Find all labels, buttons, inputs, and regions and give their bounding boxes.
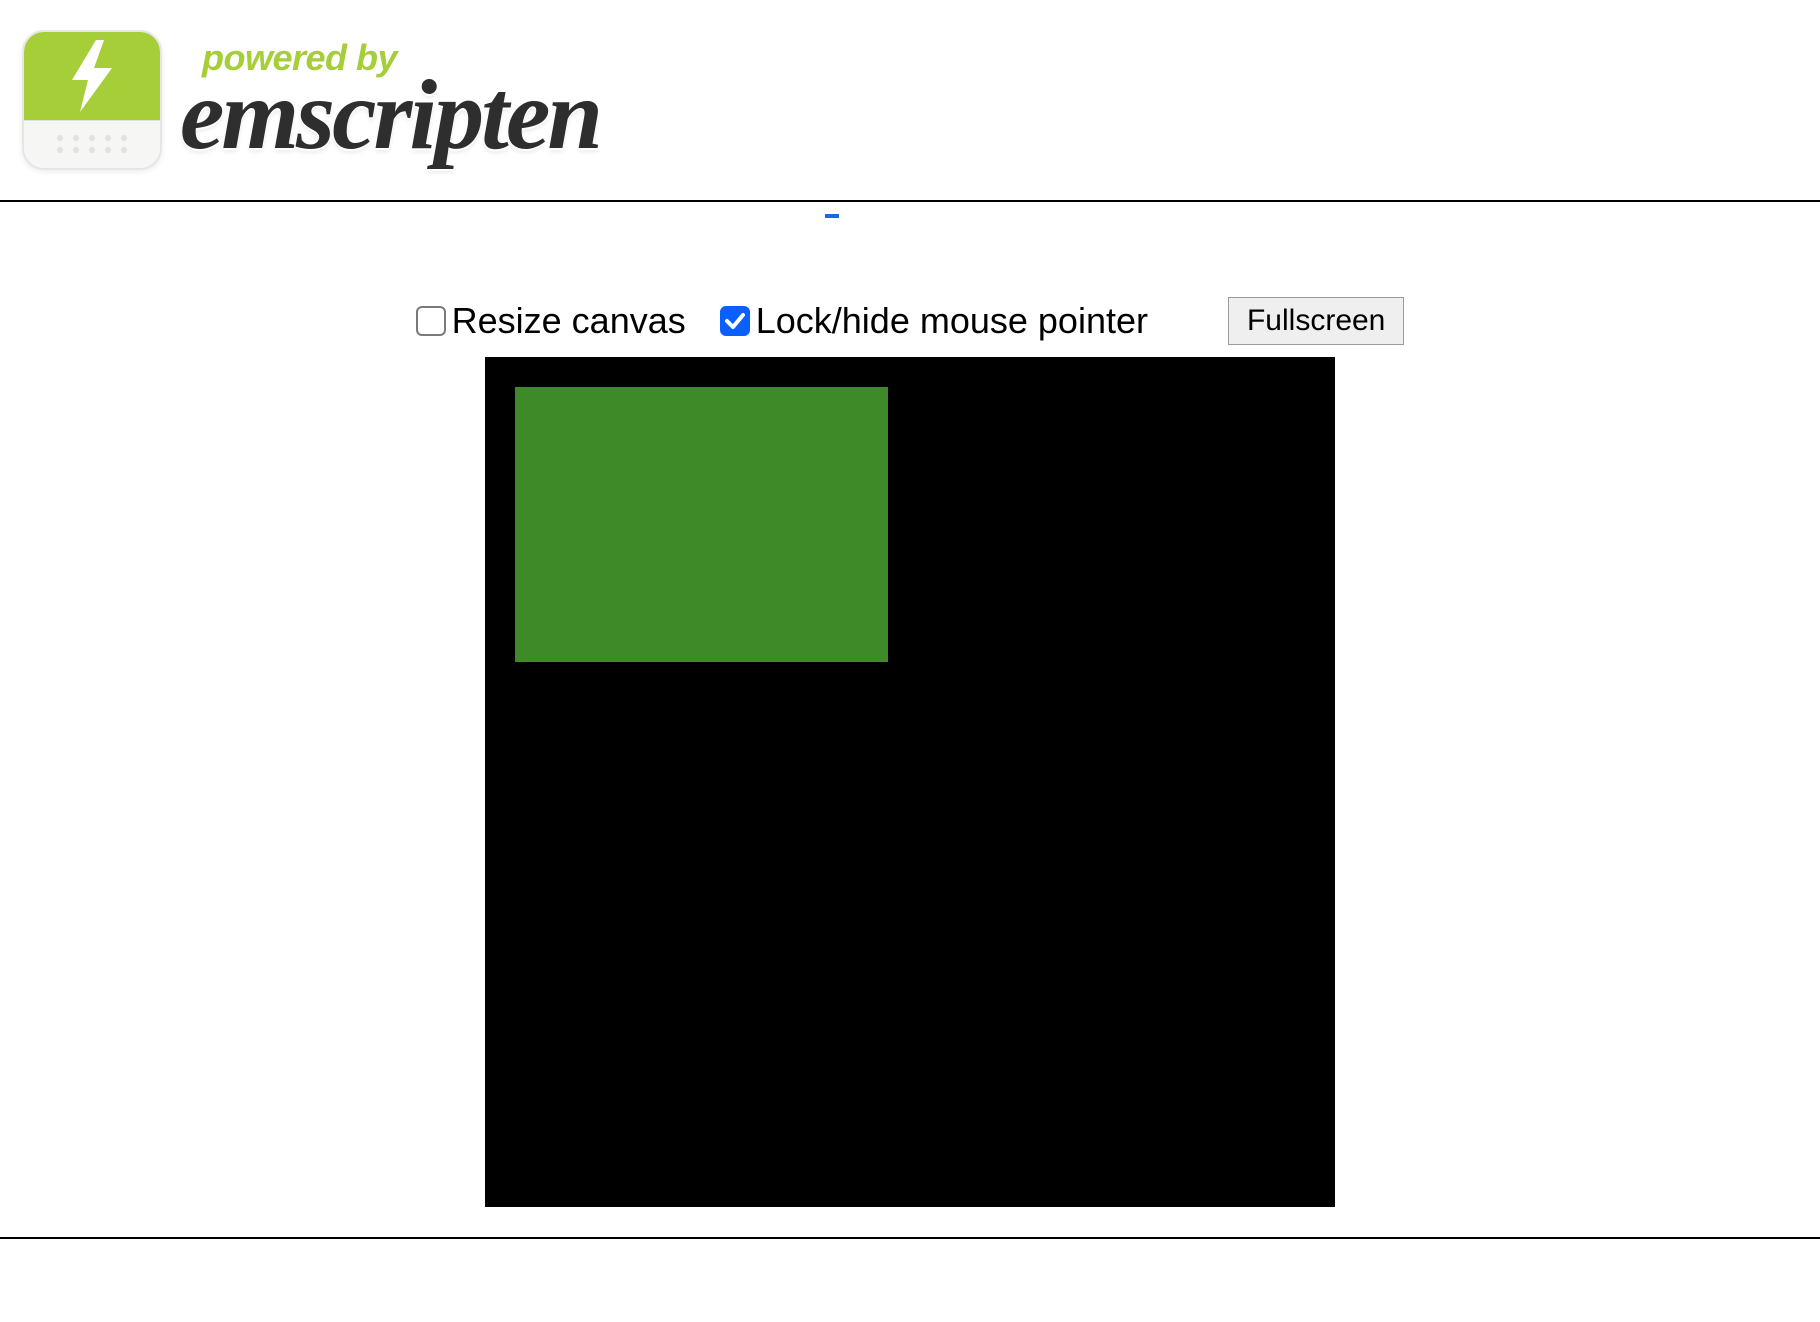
resize-canvas-label: Resize canvas (452, 300, 686, 342)
emscripten-logo-icon (22, 30, 162, 170)
pointer-lock-checkbox[interactable] (720, 306, 750, 336)
render-canvas[interactable] (485, 357, 1335, 1207)
logo-base (24, 120, 160, 168)
rendered-rectangle (515, 387, 888, 662)
footer-divider (0, 1237, 1820, 1239)
resize-canvas-control[interactable]: Resize canvas (416, 300, 686, 342)
brand-wordmark: powered by emscripten (180, 43, 600, 157)
header-divider (0, 200, 1820, 202)
progress-indicator (825, 214, 839, 218)
resize-canvas-checkbox[interactable] (416, 306, 446, 336)
fullscreen-button[interactable]: Fullscreen (1228, 297, 1404, 345)
pointer-lock-label: Lock/hide mouse pointer (756, 300, 1148, 342)
canvas-container (0, 357, 1820, 1207)
header: powered by emscripten (0, 0, 1820, 200)
brand-name: emscripten (180, 72, 600, 157)
logo-bolt-area (24, 32, 160, 120)
controls-row: Resize canvas Lock/hide mouse pointer Fu… (0, 297, 1820, 345)
pointer-lock-control[interactable]: Lock/hide mouse pointer (720, 300, 1148, 342)
lightning-bolt-icon (64, 40, 120, 112)
